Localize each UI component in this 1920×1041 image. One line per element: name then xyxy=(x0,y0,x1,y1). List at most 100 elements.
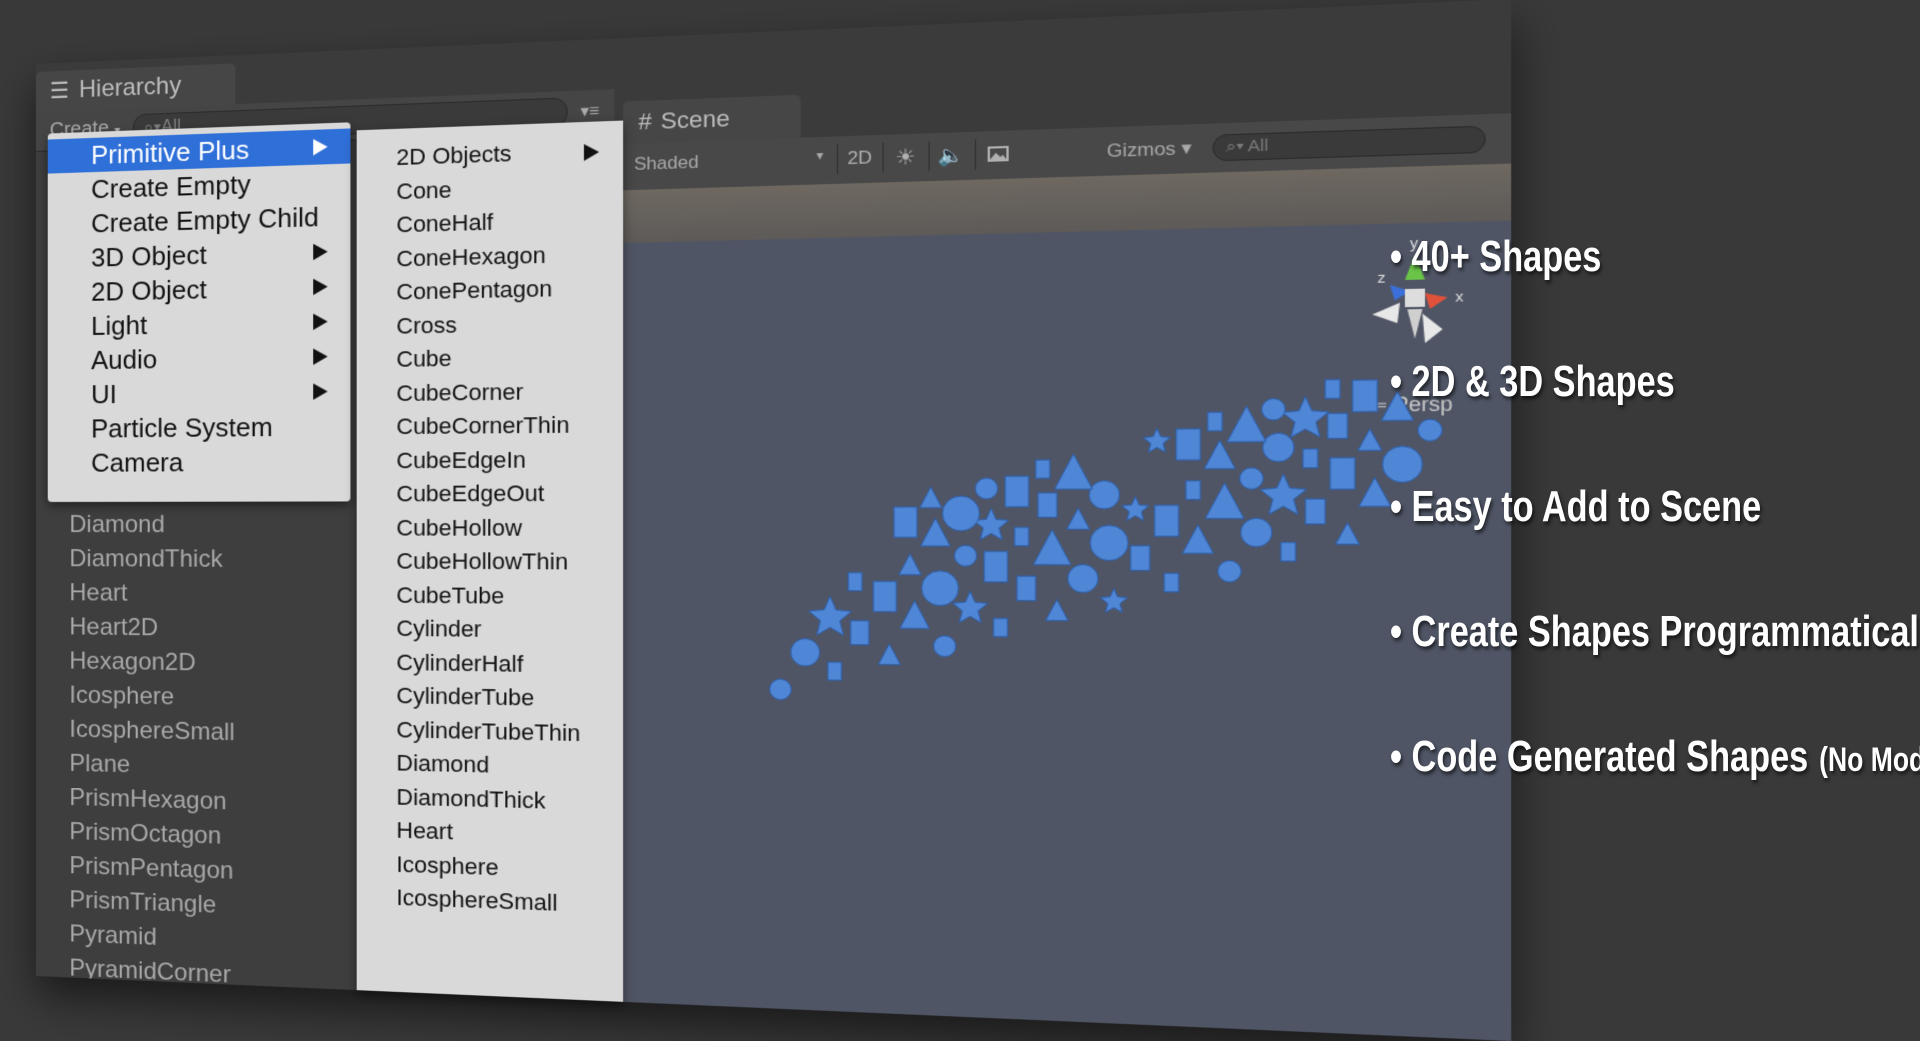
scene-shape-66[interactable] xyxy=(1325,379,1340,398)
scene-shape-48[interactable] xyxy=(1204,440,1235,469)
scene-shape-62[interactable] xyxy=(1036,460,1050,478)
menu-item-particle-system[interactable]: Particle System xyxy=(48,409,351,446)
scene-shape-18[interactable] xyxy=(1182,525,1213,554)
submenu-item-cylindertube[interactable]: CylinderTube xyxy=(357,679,623,717)
scene-shape-19[interactable] xyxy=(1241,518,1272,547)
hierarchy-item[interactable]: PrismOctagon xyxy=(69,815,234,854)
submenu-item-cubehollow[interactable]: CubeHollow xyxy=(357,511,623,545)
scene-shape-58[interactable] xyxy=(1282,396,1329,437)
submenu-item-cube[interactable]: Cube xyxy=(357,339,623,377)
scene-search-input[interactable]: ⌕▾ All xyxy=(1212,126,1485,162)
scene-tab[interactable]: # Scene xyxy=(623,95,801,144)
scene-shape-16[interactable] xyxy=(1068,564,1098,592)
hierarchy-item[interactable]: PrismPentagon xyxy=(69,849,234,889)
scene-shape-57[interactable] xyxy=(1227,406,1266,442)
scene-shape-41[interactable] xyxy=(1303,449,1318,468)
scene-shape-39[interactable] xyxy=(1186,481,1201,500)
scene-shape-17[interactable] xyxy=(1131,546,1150,571)
scene-shape-7[interactable] xyxy=(1164,573,1178,592)
scene-shape-1[interactable] xyxy=(828,662,842,680)
scene-shape-8[interactable] xyxy=(1218,561,1241,583)
scene-shape-25[interactable] xyxy=(984,551,1007,582)
hierarchy-options-icon[interactable]: ▾≡ xyxy=(580,100,599,122)
scene-shape-52[interactable] xyxy=(894,507,917,537)
submenu-item-cubeedgeout[interactable]: CubeEdgeOut xyxy=(357,477,623,512)
scene-shape-54[interactable] xyxy=(1005,476,1028,507)
hierarchy-item[interactable]: Diamond xyxy=(69,508,234,543)
scene-shape-61[interactable] xyxy=(975,478,997,499)
submenu-item-cross[interactable]: Cross xyxy=(357,305,623,344)
scene-viewport[interactable]: y z x ⇐ Persp xyxy=(614,164,1511,1041)
scene-shape-63[interactable] xyxy=(1143,428,1170,452)
hierarchy-item[interactable]: PyramidCorner xyxy=(69,951,234,990)
submenu-item-conepentagon[interactable]: ConePentagon xyxy=(357,271,623,311)
hierarchy-item[interactable]: Plane xyxy=(69,747,234,785)
scene-shape-3[interactable] xyxy=(934,636,956,657)
2d-toggle-button[interactable]: 2D xyxy=(837,142,881,174)
scene-shape-12[interactable] xyxy=(851,621,869,645)
scene-shape-56[interactable] xyxy=(1176,429,1200,460)
submenu-item-cylinderhalf[interactable]: CylinderHalf xyxy=(357,645,623,682)
hierarchy-item[interactable]: DiamondThick xyxy=(69,542,234,577)
lighting-toggle-icon[interactable]: ☀ xyxy=(883,141,928,173)
scene-shape-60[interactable] xyxy=(920,487,942,508)
scene-shape-2[interactable] xyxy=(878,644,900,665)
scene-shape-24[interactable] xyxy=(922,571,959,606)
scene-shape-27[interactable] xyxy=(1090,525,1128,560)
submenu-item-cubecorner[interactable]: CubeCorner xyxy=(357,374,623,411)
scene-shape-65[interactable] xyxy=(1262,399,1286,421)
scene-shape-50[interactable] xyxy=(1328,413,1348,438)
scene-shape-29[interactable] xyxy=(1205,483,1244,519)
scene-shape-34[interactable] xyxy=(899,554,921,575)
submenu-item-cylindertubethin[interactable]: CylinderTubeThin xyxy=(357,712,623,751)
scene-shape-11[interactable] xyxy=(791,638,820,666)
gizmos-dropdown[interactable]: Gizmos ▾ xyxy=(1107,138,1192,163)
scene-shape-21[interactable] xyxy=(1359,477,1391,506)
scene-shape-42[interactable] xyxy=(1358,429,1382,451)
scene-shape-26[interactable] xyxy=(1033,530,1071,565)
hierarchy-item[interactable]: IcosphereSmall xyxy=(69,713,234,751)
scene-shape-47[interactable] xyxy=(1089,481,1119,509)
scene-shape-37[interactable] xyxy=(1067,508,1090,529)
scene-shape-9[interactable] xyxy=(1281,542,1296,561)
scene-shape-46[interactable] xyxy=(1038,493,1057,518)
menu-item-camera[interactable]: Camera xyxy=(48,444,351,480)
scene-shape-59[interactable] xyxy=(1352,380,1377,412)
hierarchy-item[interactable]: Hexagon2D xyxy=(69,644,234,681)
scene-shape-22[interactable] xyxy=(809,596,852,635)
effects-toggle-icon[interactable] xyxy=(975,138,1021,170)
scene-shape-28[interactable] xyxy=(1155,505,1179,536)
scene-shape-53[interactable] xyxy=(942,496,979,531)
scene-shape-10[interactable] xyxy=(1336,523,1360,545)
hierarchy-item[interactable]: Heart2D xyxy=(69,610,234,646)
scene-shape-40[interactable] xyxy=(1240,468,1263,490)
menu-item-ui[interactable]: UI xyxy=(48,374,351,412)
audio-toggle-icon[interactable]: 🔈 xyxy=(928,139,973,171)
scene-shape-13[interactable] xyxy=(900,601,929,629)
scene-shape-33[interactable] xyxy=(848,573,862,591)
scene-shape-35[interactable] xyxy=(954,545,976,566)
hierarchy-item[interactable]: Heart xyxy=(69,576,234,612)
hierarchy-item[interactable]: Icosphere xyxy=(69,679,234,716)
scene-shape-0[interactable] xyxy=(770,679,792,700)
scene-shape-14[interactable] xyxy=(953,591,988,623)
submenu-item-cylinder[interactable]: Cylinder xyxy=(357,612,623,649)
submenu-item-cubetube[interactable]: CubeTube xyxy=(357,578,623,614)
menu-item-audio[interactable]: Audio xyxy=(48,339,351,378)
shading-mode-dropdown[interactable]: Shaded xyxy=(634,152,699,175)
scene-shape-5[interactable] xyxy=(1046,599,1069,620)
scene-shape-20[interactable] xyxy=(1305,499,1325,524)
hierarchy-item[interactable]: PrismHexagon xyxy=(69,781,234,820)
scene-shape-4[interactable] xyxy=(993,618,1007,636)
menu-item-light[interactable]: Light xyxy=(48,304,351,344)
scene-shape-36[interactable] xyxy=(1015,527,1029,545)
submenu-item-cubeedgein[interactable]: CubeEdgeIn xyxy=(357,442,623,477)
scene-shape-38[interactable] xyxy=(1122,497,1149,521)
scene-shape-49[interactable] xyxy=(1263,433,1294,462)
scene-shape-55[interactable] xyxy=(1055,454,1093,489)
submenu-item-cubehollowthin[interactable]: CubeHollowThin xyxy=(357,545,623,580)
scene-shape-23[interactable] xyxy=(873,581,896,611)
scene-shape-30[interactable] xyxy=(1260,474,1307,515)
scene-shape-15[interactable] xyxy=(1017,576,1036,601)
submenu-item-cubecornerthin[interactable]: CubeCornerThin xyxy=(357,408,623,444)
